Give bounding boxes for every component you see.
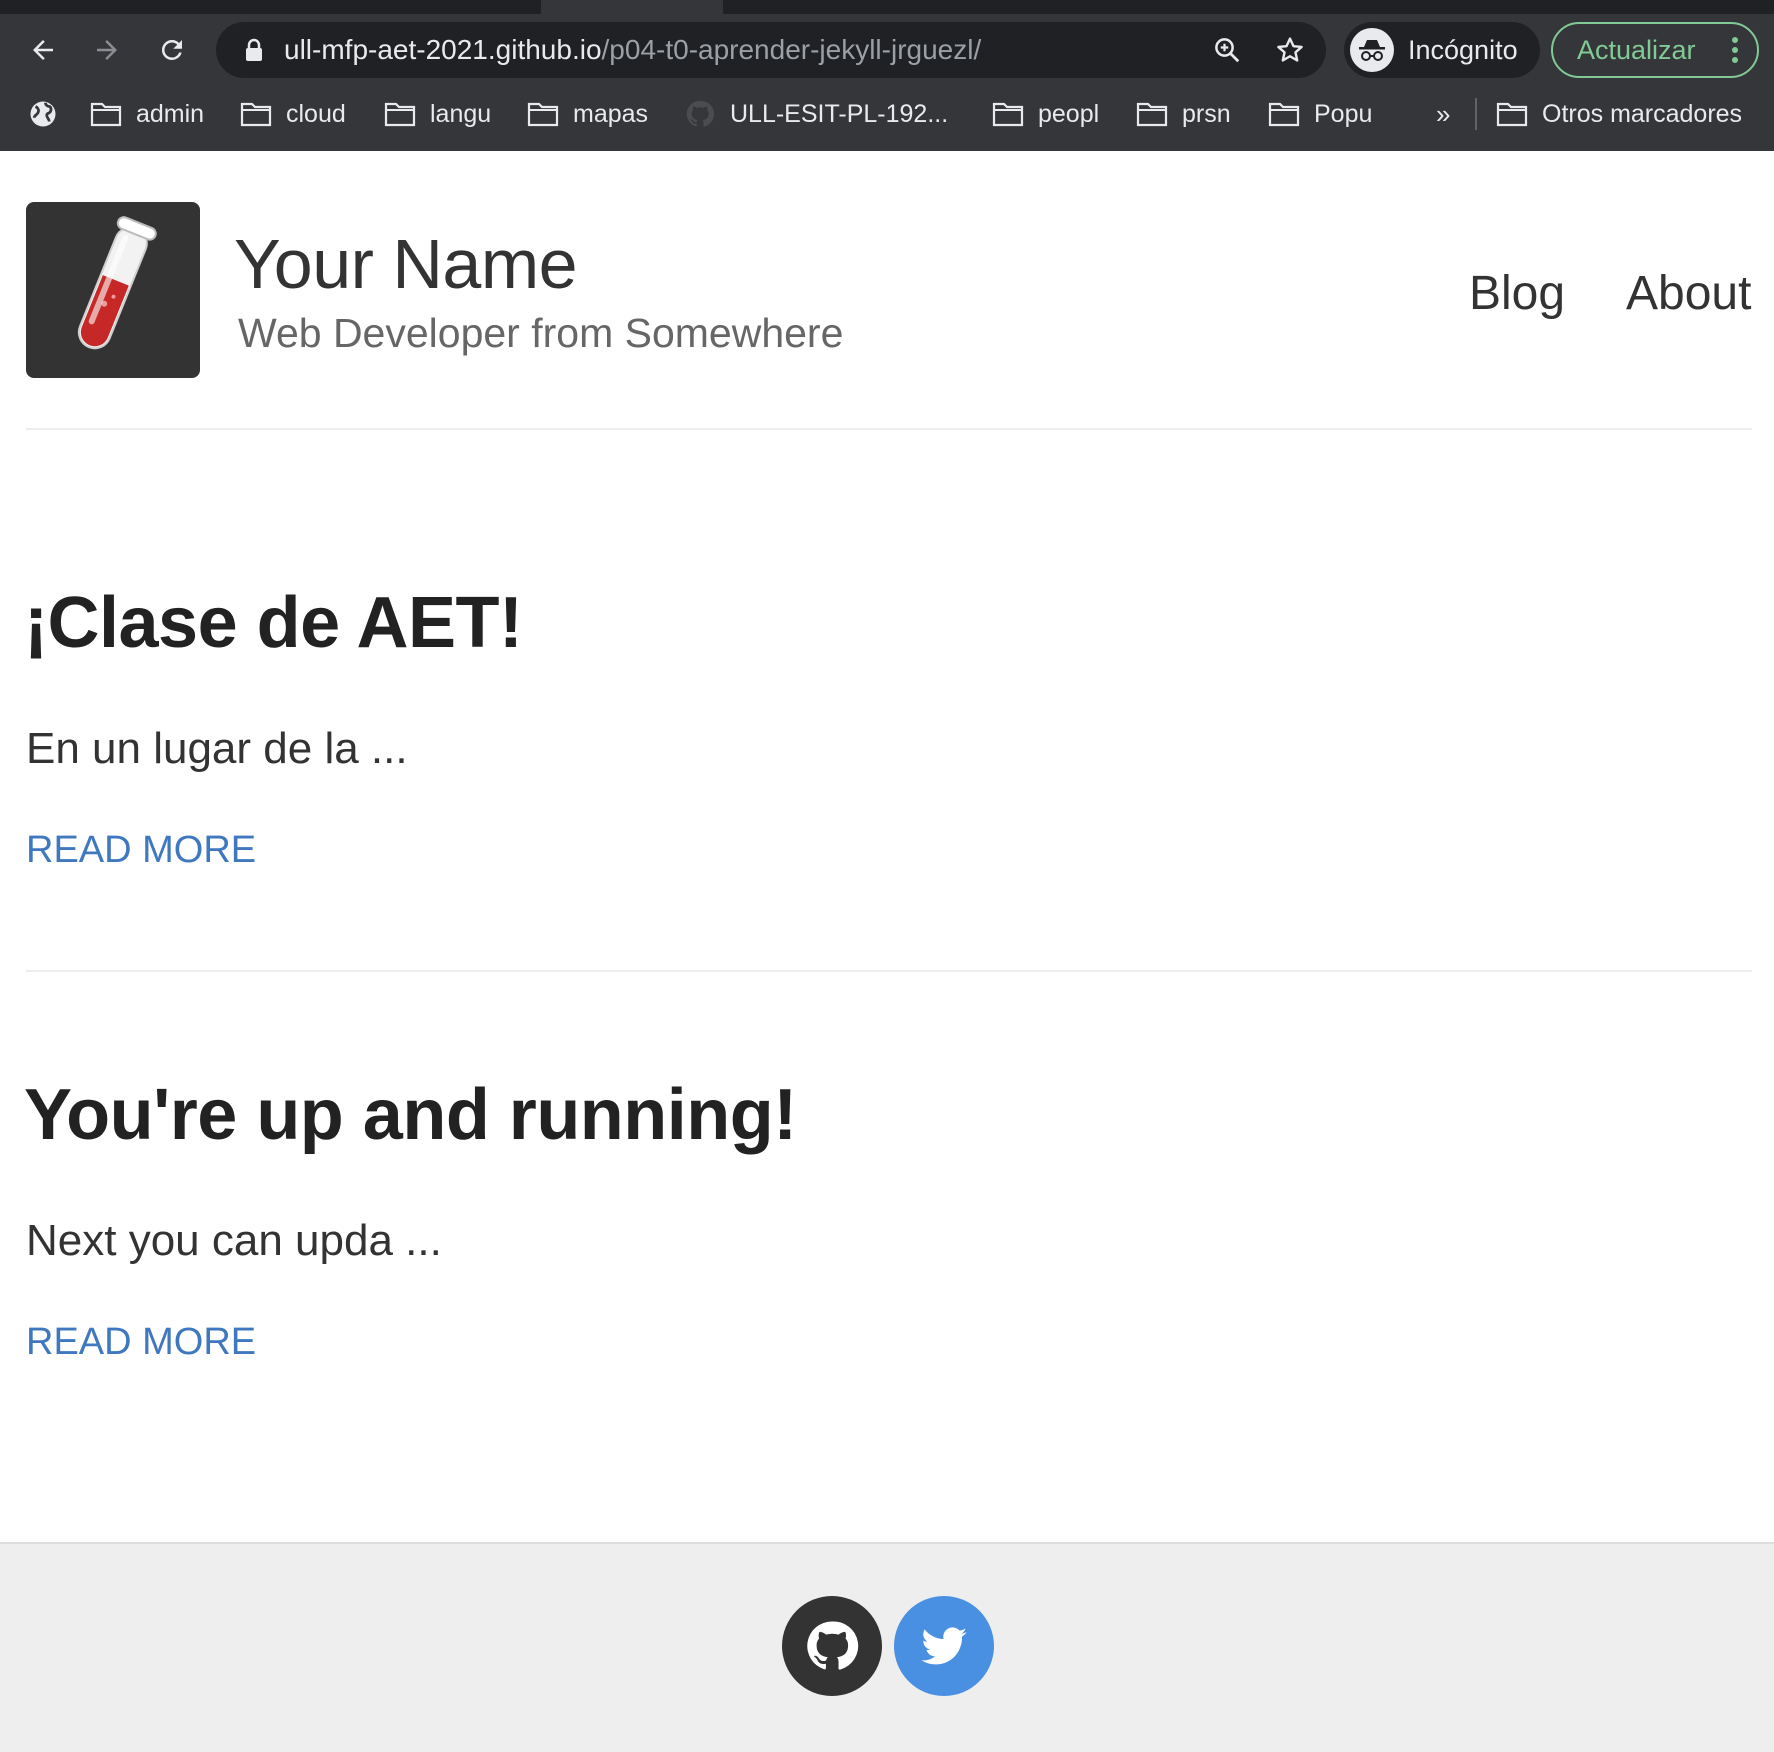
url-text[interactable]: ull-mfp-aet-2021.github.io/p04-t0-aprend… — [284, 22, 981, 78]
bookmark-label: langu — [430, 99, 492, 128]
bookmark-label: Popu — [1314, 99, 1373, 128]
post-title[interactable]: You're up and running! — [24, 1074, 797, 1156]
bookmark-prsn[interactable]: prsn — [1136, 92, 1231, 136]
bookmarks-divider — [1475, 98, 1477, 130]
bookmarks-bar: admin cloud langu mapas ULL-ESIT-PL-192.… — [0, 92, 1774, 136]
bookmark-label: mapas — [573, 99, 649, 128]
read-more-link[interactable]: READ MORE — [26, 829, 256, 872]
globe-icon — [30, 101, 56, 127]
bookmarks-overflow-button[interactable]: » — [1436, 92, 1450, 136]
github-link[interactable] — [782, 1596, 882, 1696]
bookmark-label: admin — [136, 99, 205, 128]
zoom-icon[interactable] — [1212, 35, 1242, 65]
twitter-link[interactable] — [894, 1596, 994, 1696]
bookmark-label: ULL-ESIT-PL-192... — [730, 99, 949, 128]
folder-icon — [1268, 101, 1300, 127]
bookmark-label: Otros marcadores — [1542, 99, 1743, 128]
bookmark-mapas[interactable]: mapas — [527, 92, 648, 136]
folder-icon — [240, 101, 272, 127]
folder-icon — [992, 101, 1024, 127]
bookmark-admin[interactable]: admin — [90, 92, 204, 136]
folder-icon — [1136, 101, 1168, 127]
arrow-right-icon — [97, 40, 117, 60]
forward-button[interactable] — [83, 26, 131, 74]
url-host: ull-mfp-aet-2021.github.io — [284, 34, 602, 65]
test-tube-icon — [77, 216, 157, 350]
bookmark-label: prsn — [1182, 99, 1231, 128]
site-footer — [0, 1542, 1774, 1752]
nav-blog-link[interactable]: Blog — [1469, 266, 1565, 321]
bookmark-langu[interactable]: langu — [384, 92, 491, 136]
folder-icon — [1496, 101, 1528, 127]
read-more-link[interactable]: READ MORE — [26, 1321, 256, 1364]
bookmark-ull-esit[interactable]: ULL-ESIT-PL-192... — [684, 92, 948, 136]
url-path: /p04-t0-aprender-jekyll-jrguezl/ — [601, 34, 982, 65]
bookmark-cloud[interactable]: cloud — [240, 92, 346, 136]
incognito-label: Incógnito — [1408, 35, 1518, 65]
folder-icon — [527, 101, 559, 127]
browser-chrome: ull-mfp-aet-2021.github.io/p04-t0-aprend… — [0, 0, 1774, 151]
twitter-icon — [921, 1627, 967, 1665]
incognito-icon — [1350, 28, 1394, 72]
bookmark-label: cloud — [286, 99, 346, 128]
bookmark-popu[interactable]: Popu — [1268, 92, 1372, 136]
other-bookmarks[interactable]: Otros marcadores — [1496, 92, 1742, 136]
post-excerpt: Next you can upda ... — [26, 1216, 442, 1265]
tab-strip — [0, 0, 1774, 14]
address-bar[interactable]: ull-mfp-aet-2021.github.io/p04-t0-aprend… — [216, 22, 1326, 78]
header-divider — [26, 428, 1752, 430]
site-subtitle: Web Developer from Somewhere — [238, 310, 844, 356]
github-icon — [684, 100, 716, 127]
reload-icon — [161, 39, 182, 60]
bookmark-label: peopl — [1038, 99, 1100, 128]
bookmark-peopl[interactable]: peopl — [992, 92, 1099, 136]
star-icon[interactable] — [1274, 34, 1306, 66]
reload-button[interactable] — [148, 26, 196, 74]
back-button[interactable] — [19, 26, 67, 74]
lock-icon — [246, 38, 262, 61]
post-divider — [26, 970, 1752, 972]
nav-about-link[interactable]: About — [1626, 266, 1751, 321]
site-logo[interactable] — [26, 202, 200, 378]
post-title[interactable]: ¡Clase de AET! — [24, 582, 523, 664]
folder-icon — [384, 101, 416, 127]
incognito-button[interactable]: Incógnito — [1344, 22, 1540, 78]
post-excerpt: En un lugar de la ... — [26, 724, 408, 773]
update-button[interactable]: Actualizar — [1551, 22, 1759, 78]
site-title[interactable]: Your Name — [234, 224, 578, 304]
folder-icon — [90, 101, 122, 127]
update-label: Actualizar — [1577, 35, 1696, 65]
active-tab[interactable] — [541, 0, 723, 14]
arrow-left-icon — [33, 40, 53, 60]
apps-bookmark[interactable] — [28, 92, 58, 136]
github-icon — [807, 1621, 859, 1670]
more-vert-icon[interactable] — [1731, 36, 1739, 64]
